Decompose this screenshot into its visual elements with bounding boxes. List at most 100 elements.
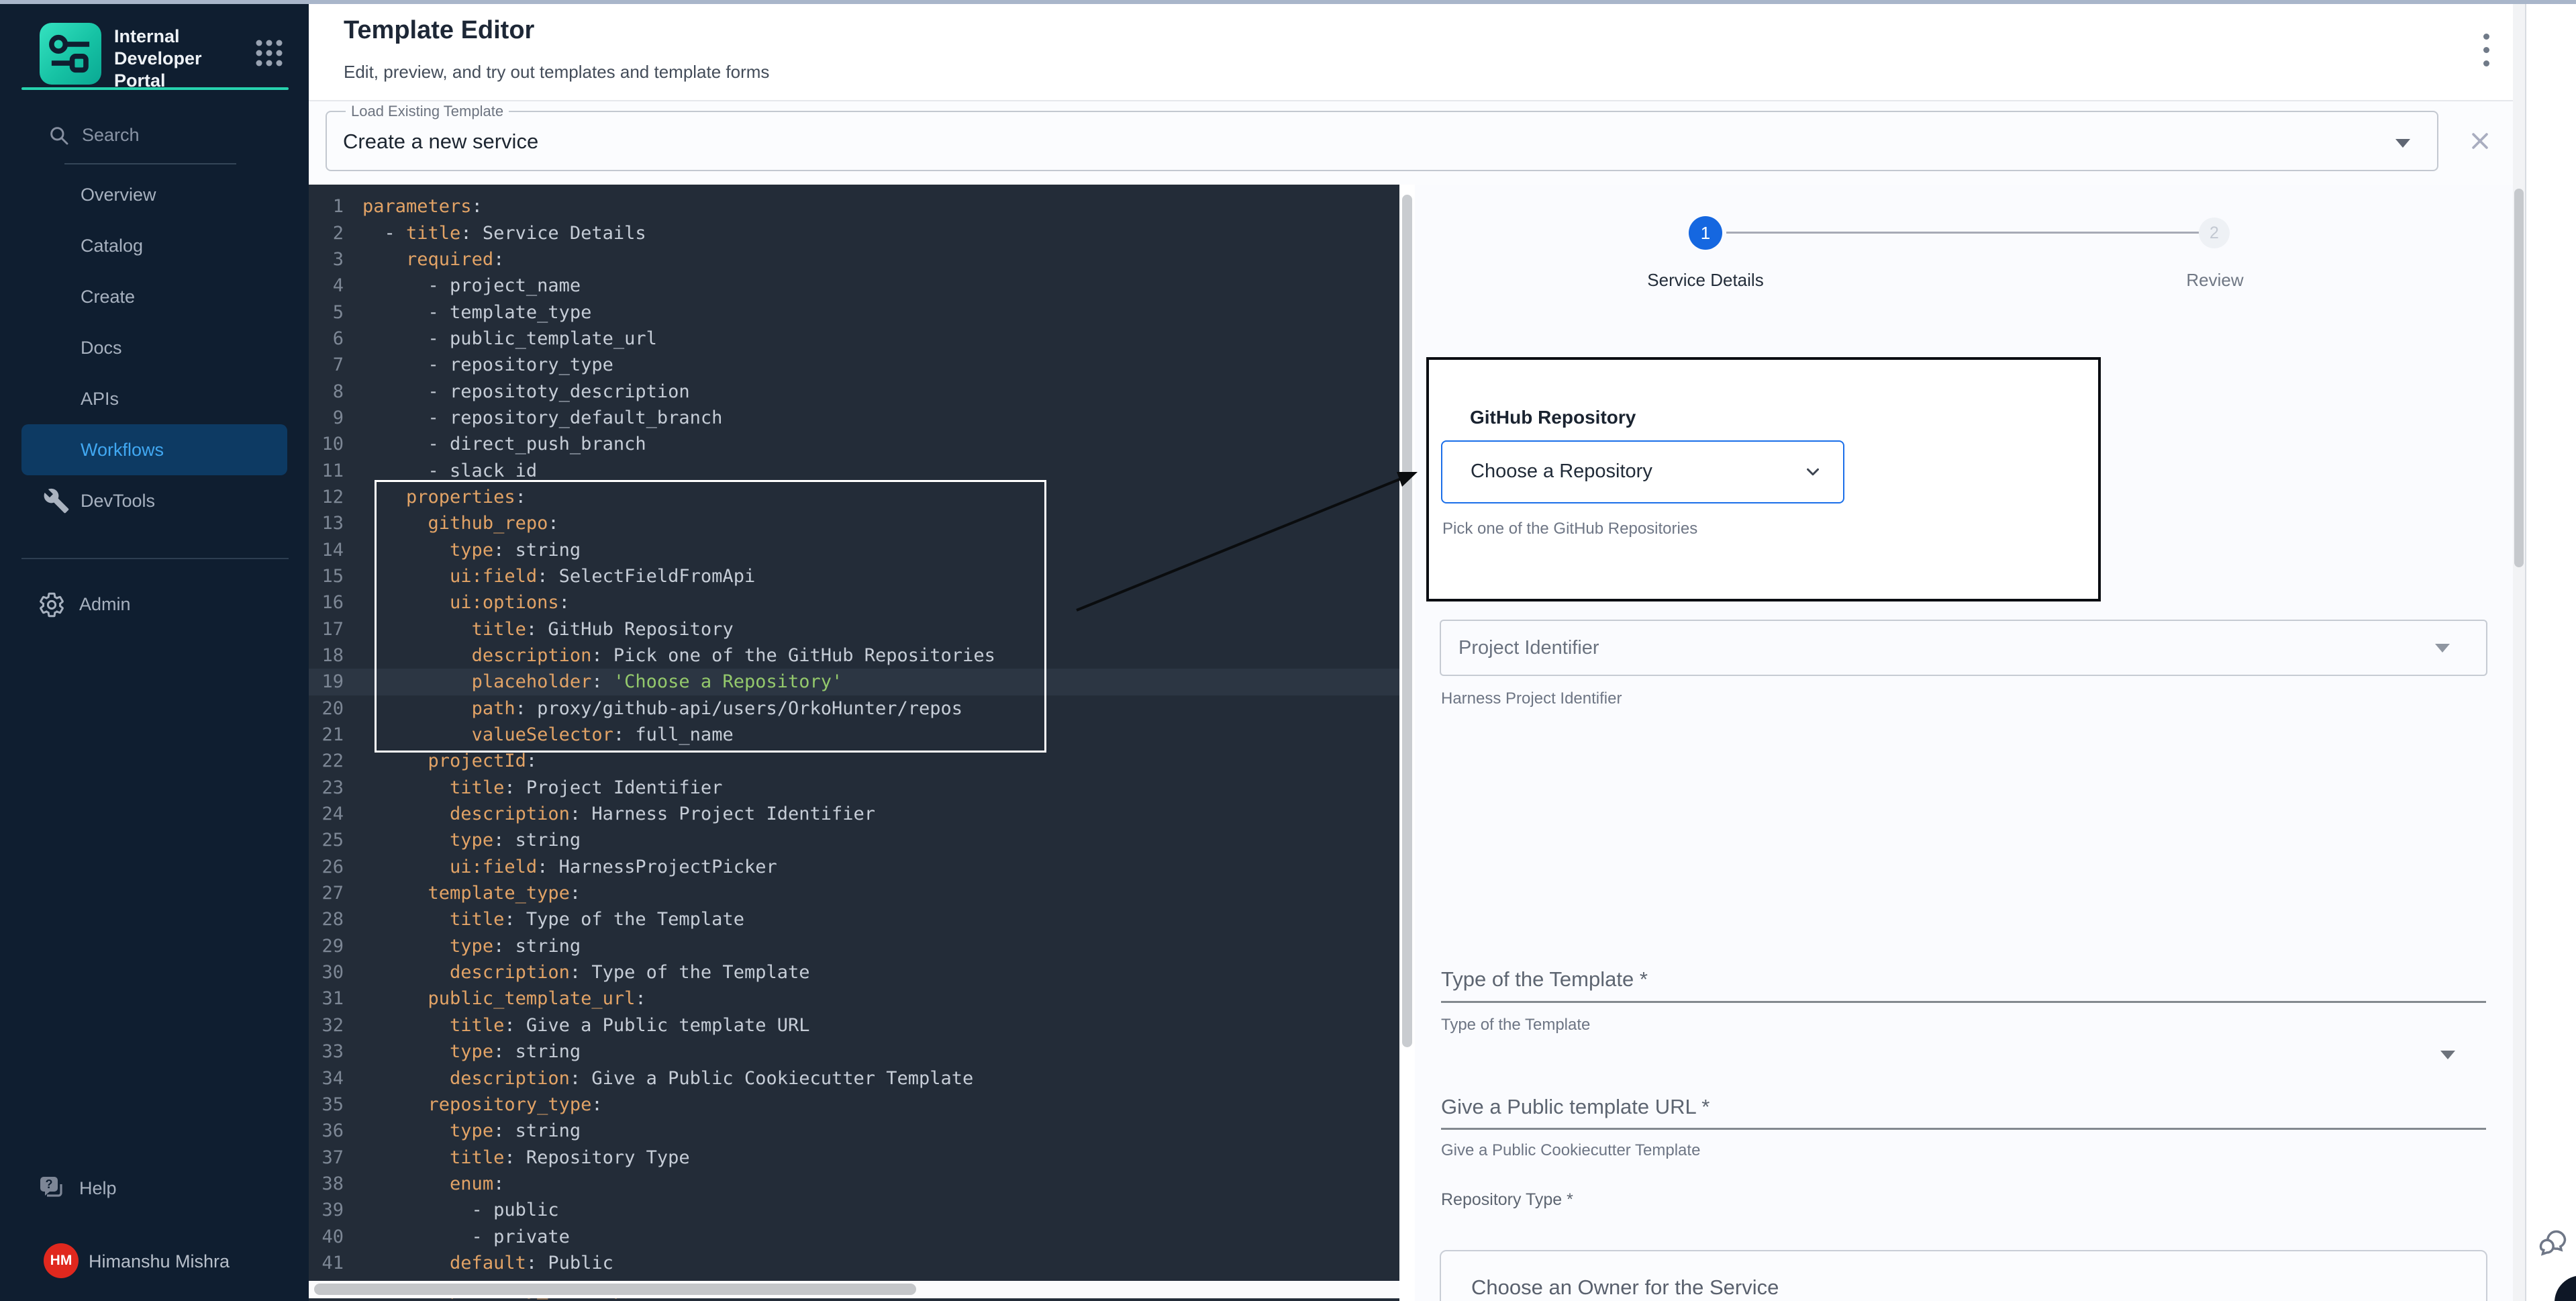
annotation-highlight-box	[375, 480, 1046, 753]
sidebar-item-admin[interactable]: Admin	[0, 585, 309, 623]
code-line[interactable]: 31 public_template_url:	[309, 985, 1399, 1012]
sidebar-item-workflows[interactable]: Workflows	[21, 424, 287, 475]
code-line[interactable]: 40 - private	[309, 1223, 1399, 1249]
sidebar-item-overview[interactable]: Overview	[21, 169, 287, 220]
line-number: 18	[309, 645, 355, 666]
sidebar-item-apis[interactable]: APIs	[21, 373, 287, 424]
line-number: 25	[309, 830, 355, 851]
page-header: Template Editor Edit, preview, and try o…	[309, 4, 2525, 101]
editor-horizontal-scrollbar[interactable]	[309, 1281, 1399, 1298]
github-repository-annotated-box: GitHub Repository Choose a Repository Pi…	[1426, 357, 2101, 601]
line-number: 13	[309, 513, 355, 534]
editor-vscroll-thumb[interactable]	[1402, 195, 1412, 1047]
code-line[interactable]: 9 - repository_default_branch	[309, 405, 1399, 431]
user-name: Himanshu Mishra	[89, 1251, 230, 1272]
code-line[interactable]: 6 - public_template_url	[309, 326, 1399, 352]
gear-icon	[38, 591, 66, 619]
line-number: 3	[309, 249, 355, 270]
more-options-kebab-icon[interactable]	[2473, 32, 2499, 73]
sidebar-item-docs[interactable]: Docs	[21, 322, 287, 373]
code-line[interactable]: 24 description: Harness Project Identifi…	[309, 801, 1399, 827]
code-line[interactable]: 25 type: string	[309, 827, 1399, 853]
line-number: 1	[309, 196, 355, 217]
line-number: 16	[309, 592, 355, 613]
github-repository-helper: Pick one of the GitHub Repositories	[1442, 520, 1697, 538]
sidebar-item-label: Overview	[81, 185, 156, 205]
chat-bubbles-icon[interactable]	[2534, 1224, 2572, 1262]
code-text: - repository_type	[355, 354, 613, 375]
code-line[interactable]: 32 title: Give a Public template URL	[309, 1012, 1399, 1039]
code-line[interactable]: 5 - template_type	[309, 299, 1399, 325]
line-number: 30	[309, 962, 355, 983]
sidebar-user[interactable]: HM Himanshu Mishra	[0, 1241, 309, 1282]
service-owner-select[interactable]: Choose an Owner for the Service	[1440, 1250, 2487, 1301]
repository-type-field-label[interactable]: Repository Type *	[1441, 1190, 1573, 1210]
code-line[interactable]: 3 required:	[309, 246, 1399, 273]
code-line[interactable]: 41 default: Public	[309, 1250, 1399, 1276]
code-line[interactable]: 27 template_type:	[309, 880, 1399, 906]
code-line[interactable]: 29 type: string	[309, 933, 1399, 959]
code-line[interactable]: 28 title: Type of the Template	[309, 906, 1399, 932]
code-line[interactable]: 4 - project_name	[309, 273, 1399, 299]
chevron-down-icon	[1803, 462, 1823, 482]
line-number: 15	[309, 566, 355, 587]
sidebar-item-catalog[interactable]: Catalog	[21, 220, 287, 271]
page-vscroll-thumb[interactable]	[2514, 189, 2524, 567]
sidebar-item-label: Workflows	[81, 440, 164, 461]
user-avatar: HM	[44, 1243, 79, 1278]
code-line[interactable]: 2 - title: Service Details	[309, 220, 1399, 246]
code-line[interactable]: 39 - public	[309, 1197, 1399, 1223]
code-line[interactable]: 10 - direct_push_branch	[309, 431, 1399, 457]
template-type-field-label[interactable]: Type of the Template *	[1441, 967, 1648, 992]
code-line[interactable]: 38 enum:	[309, 1171, 1399, 1197]
code-line[interactable]: 34 description: Give a Public Cookiecutt…	[309, 1065, 1399, 1091]
code-line[interactable]: 1parameters:	[309, 193, 1399, 220]
sidebar-divider	[21, 558, 289, 559]
code-line[interactable]: 33 type: string	[309, 1039, 1399, 1065]
public-template-url-field-label[interactable]: Give a Public template URL *	[1441, 1095, 1710, 1119]
code-text: type: string	[355, 936, 581, 957]
line-number: 10	[309, 434, 355, 454]
chat-widget-corner[interactable]	[2555, 1275, 2576, 1301]
step-1-label: Service Details	[1605, 270, 1806, 291]
editor-hscroll-thumb[interactable]	[314, 1284, 916, 1295]
code-line[interactable]: 30 description: Type of the Template	[309, 959, 1399, 985]
line-number: 32	[309, 1015, 355, 1036]
line-number: 39	[309, 1200, 355, 1220]
clear-template-icon[interactable]	[2469, 130, 2491, 152]
github-repository-select[interactable]: Choose a Repository	[1441, 440, 1844, 503]
sidebar-item-devtools[interactable]: DevTools	[21, 475, 287, 526]
editor-vertical-scrollbar[interactable]	[1399, 185, 1415, 1301]
line-number: 12	[309, 487, 355, 508]
sidebar-item-help[interactable]: ? Help	[0, 1169, 309, 1207]
code-text: description: Give a Public Cookiecutter …	[355, 1068, 973, 1089]
code-text: type: string	[355, 1120, 581, 1141]
step-1-circle[interactable]: 1	[1689, 216, 1722, 250]
sidebar-item-create[interactable]: Create	[21, 271, 287, 322]
code-line[interactable]: 23 title: Project Identifier	[309, 775, 1399, 801]
code-text: - slack_id	[355, 461, 537, 481]
page-vertical-scrollbar[interactable]	[2513, 4, 2525, 1301]
code-line[interactable]: 7 - repository_type	[309, 352, 1399, 378]
line-number: 24	[309, 804, 355, 824]
service-owner-label: Choose an Owner for the Service	[1471, 1275, 1779, 1300]
line-number: 19	[309, 671, 355, 692]
step-2-circle[interactable]: 2	[2199, 218, 2230, 248]
code-text: template_type:	[355, 883, 581, 904]
load-existing-template-select[interactable]: Load Existing Template Create a new serv…	[326, 103, 2438, 171]
sidebar-search[interactable]: Search	[0, 117, 309, 154]
search-label: Search	[82, 125, 140, 146]
line-number: 38	[309, 1173, 355, 1194]
code-line[interactable]: 35 repository_type:	[309, 1092, 1399, 1118]
apps-grid-icon[interactable]	[254, 38, 285, 68]
project-identifier-select[interactable]: Project Identifier	[1440, 620, 2487, 676]
code-text: - title: Service Details	[355, 223, 646, 244]
code-text: - repositoty_description	[355, 381, 690, 402]
code-line[interactable]: 8 - repositoty_description	[309, 378, 1399, 404]
line-number: 28	[309, 909, 355, 930]
code-line[interactable]: 37 title: Repository Type	[309, 1144, 1399, 1170]
svg-text:?: ?	[46, 1177, 53, 1191]
brand-title: Internal Developer Portal	[114, 26, 248, 92]
code-line[interactable]: 36 type: string	[309, 1118, 1399, 1144]
code-line[interactable]: 26 ui:field: HarnessProjectPicker	[309, 854, 1399, 880]
